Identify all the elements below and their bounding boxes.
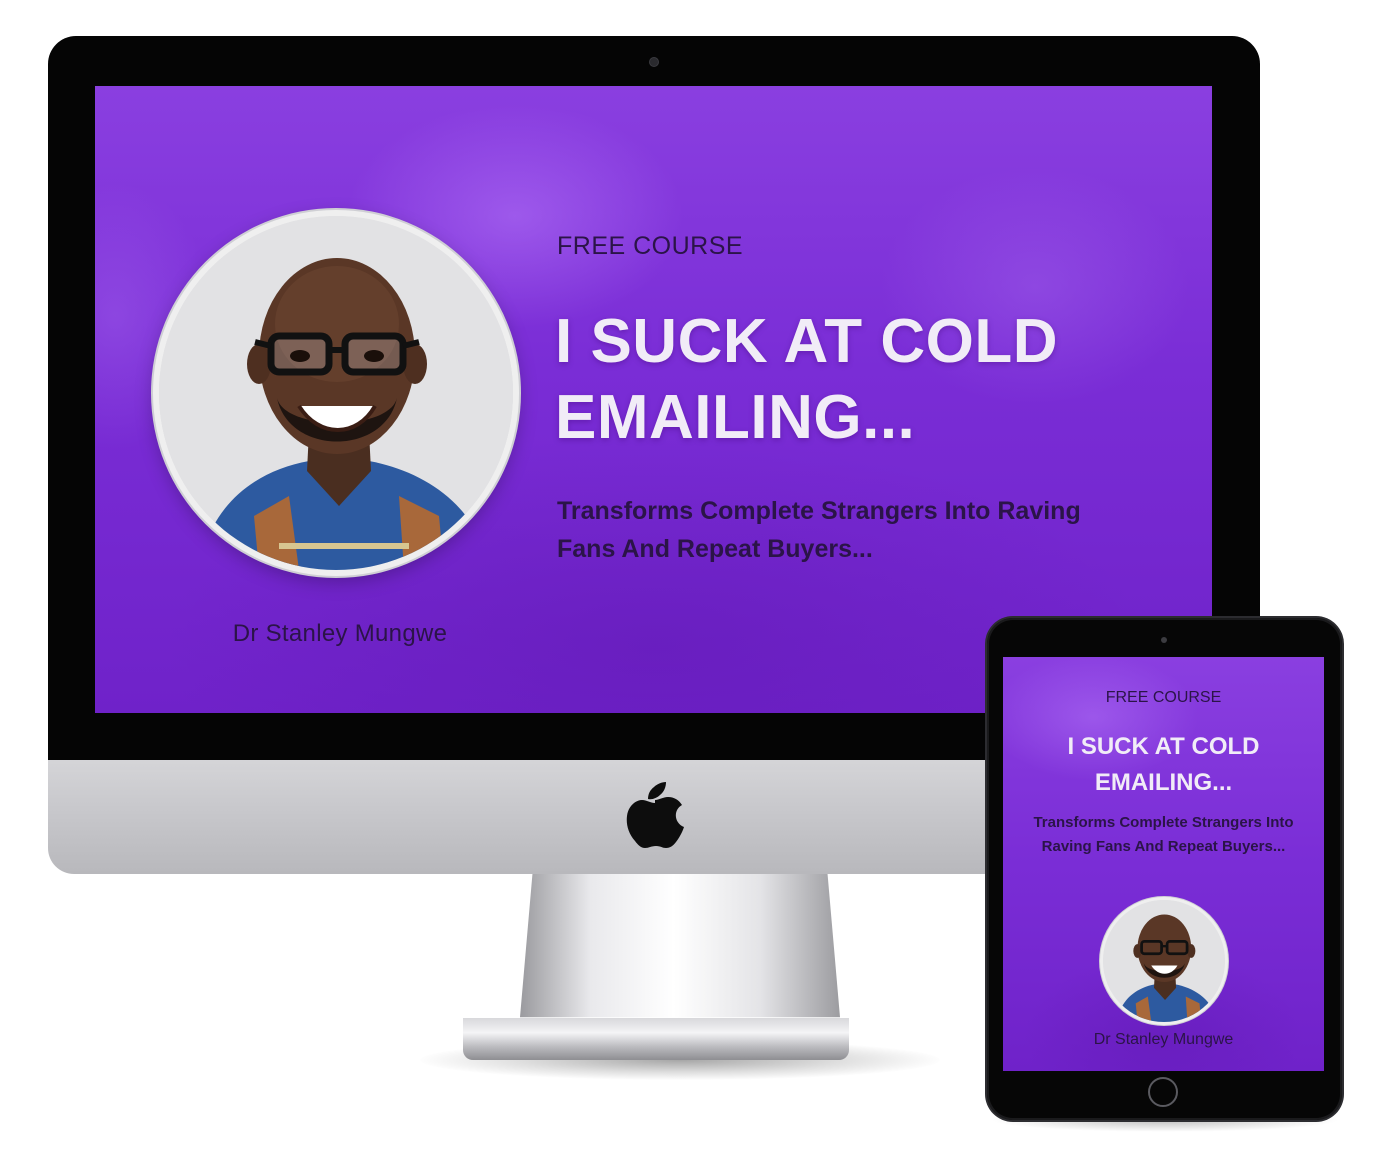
author-photo-frame — [153, 210, 519, 576]
author-photo — [159, 216, 513, 570]
mobile-author-photo-frame — [1100, 897, 1228, 1025]
apple-logo-icon — [626, 782, 684, 848]
mobile-course-headline: I SUCK AT COLD EMAILING... — [1067, 733, 1260, 796]
imac-stand — [520, 870, 840, 1018]
ipad-screen: FREE COURSE I SUCK AT COLD EMAILING... T… — [1003, 657, 1324, 1071]
mobile-author-portrait-illustration — [1103, 900, 1225, 1022]
mobile-course-subhead: Transforms Complete Strangers Into Ravin… — [1033, 814, 1294, 855]
mobile-author-photo — [1103, 900, 1225, 1022]
author-name: Dr Stanley Mungwe — [232, 620, 448, 647]
mobile-author-name: Dr Stanley Mungwe — [1093, 1031, 1234, 1048]
imac-foot — [463, 1018, 849, 1060]
mobile-course-eyebrow: FREE COURSE — [1105, 689, 1222, 706]
ipad-home-button[interactable] — [1148, 1077, 1178, 1107]
course-eyebrow: FREE COURSE — [557, 232, 744, 260]
imac-camera — [650, 58, 658, 66]
course-subhead: Transforms Complete Strangers Into Ravin… — [557, 497, 1081, 563]
course-headline: I SUCK AT COLD EMAILING... — [555, 307, 1058, 452]
ipad-camera — [1161, 637, 1167, 643]
author-portrait-illustration — [159, 216, 513, 570]
